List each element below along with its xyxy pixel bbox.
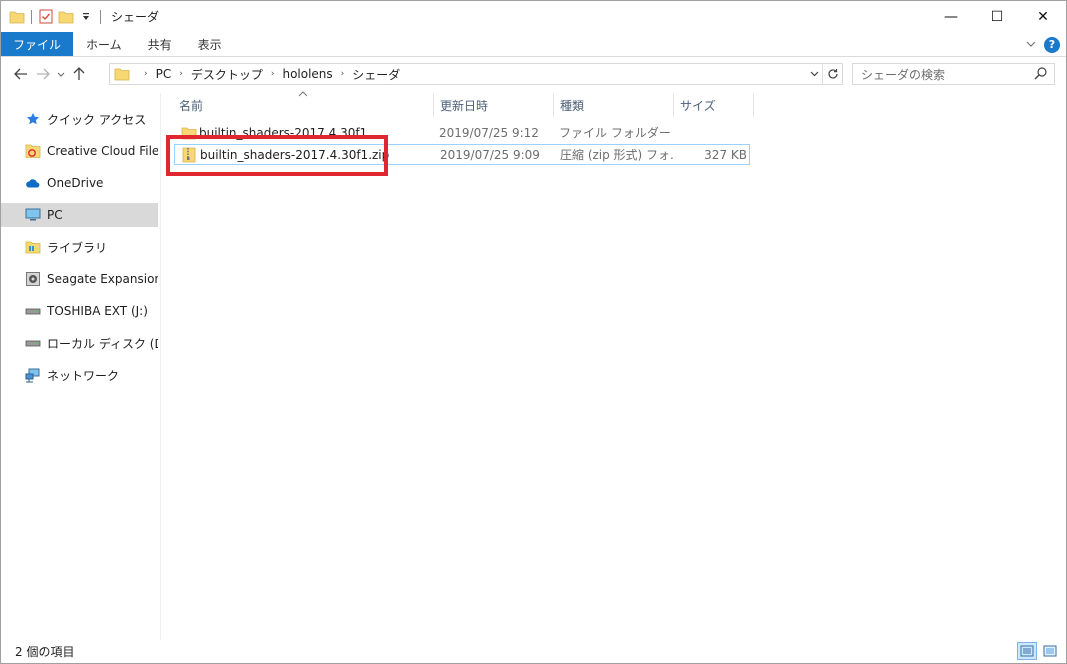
file-size: 327 KB bbox=[704, 147, 747, 162]
refresh-button[interactable] bbox=[822, 64, 842, 84]
forward-button[interactable] bbox=[32, 63, 54, 85]
close-button[interactable]: ✕ bbox=[1020, 1, 1066, 32]
computer-icon bbox=[25, 207, 41, 223]
breadcrumb-chevron-icon[interactable]: › bbox=[144, 69, 148, 79]
breadcrumb-desktop[interactable]: デスクトップ bbox=[191, 66, 263, 83]
nav-item-label: Creative Cloud Files bbox=[47, 144, 158, 158]
toolbar-divider bbox=[100, 9, 101, 24]
search-icon[interactable] bbox=[1034, 66, 1048, 83]
toolbar-divider bbox=[31, 9, 32, 24]
highlight-annotation bbox=[166, 135, 388, 176]
drive-icon bbox=[25, 271, 41, 287]
nav-item-libraries[interactable]: ライブラリ bbox=[1, 235, 158, 259]
tab-share[interactable]: 共有 bbox=[135, 32, 185, 56]
creative-cloud-folder-icon bbox=[25, 143, 41, 159]
nav-item-network[interactable]: ネットワーク bbox=[1, 363, 158, 387]
drive-icon bbox=[25, 335, 41, 351]
nav-item-creative-cloud[interactable]: Creative Cloud Files bbox=[1, 139, 158, 163]
file-modified: 2019/07/25 9:09 bbox=[440, 147, 540, 162]
nav-item-label: ネットワーク bbox=[47, 368, 120, 383]
folder-icon bbox=[114, 67, 130, 81]
window-controls: — ☐ ✕ bbox=[928, 1, 1066, 32]
explorer-window: シェーダ — ☐ ✕ ファイル ホーム 共有 表示 ? › PC › デスクトッ… bbox=[0, 0, 1067, 664]
tab-file[interactable]: ファイル bbox=[1, 32, 74, 56]
search-box[interactable]: シェーダの検索 bbox=[852, 63, 1055, 85]
quick-access-toolbar bbox=[1, 1, 107, 32]
breadcrumb-shader[interactable]: シェーダ bbox=[352, 66, 400, 83]
network-icon bbox=[25, 367, 41, 383]
tab-view[interactable]: 表示 bbox=[185, 32, 235, 56]
up-button[interactable] bbox=[68, 63, 90, 85]
expand-ribbon-icon[interactable] bbox=[1026, 38, 1036, 51]
search-placeholder: シェーダの検索 bbox=[861, 67, 946, 82]
file-size bbox=[679, 123, 746, 142]
status-bar: 2 個の項目 bbox=[1, 639, 1066, 663]
maximize-button[interactable]: ☐ bbox=[974, 1, 1020, 32]
new-folder-icon[interactable] bbox=[58, 9, 74, 25]
nav-item-label: TOSHIBA EXT (J:) bbox=[47, 304, 148, 318]
nav-item-onedrive[interactable]: OneDrive bbox=[1, 171, 158, 195]
file-type: 圧縮 (zip 形式) フォ... bbox=[560, 148, 675, 162]
star-icon bbox=[25, 111, 41, 127]
breadcrumb-chevron-icon[interactable]: › bbox=[271, 69, 275, 79]
ribbon-tabs: ファイル ホーム 共有 表示 ? bbox=[1, 32, 1066, 57]
nav-item-label: ローカル ディスク (D:) bbox=[47, 336, 158, 351]
breadcrumb-pc[interactable]: PC bbox=[156, 67, 172, 81]
nav-item-label: クイック アクセス bbox=[47, 112, 147, 127]
customize-toolbar-dropdown-icon[interactable] bbox=[78, 9, 94, 25]
navigation-pane: クイック アクセス Creative Cloud Files OneDrive … bbox=[1, 93, 161, 640]
column-header-size[interactable]: サイズ bbox=[674, 93, 754, 117]
nav-item-label: Seagate Expansion Dr bbox=[47, 272, 158, 286]
breadcrumb-chevron-icon[interactable]: › bbox=[341, 69, 345, 79]
details-view-icon[interactable] bbox=[1017, 642, 1037, 660]
navigation-bar: › PC › デスクトップ › hololens › シェーダ シェーダの検索 bbox=[1, 58, 1066, 91]
folder-icon bbox=[9, 9, 25, 25]
item-count: 2 個の項目 bbox=[15, 644, 75, 659]
library-icon bbox=[25, 239, 41, 255]
column-header-name[interactable]: 名前 bbox=[173, 93, 434, 117]
view-switcher bbox=[1017, 642, 1060, 660]
nav-item-local-disk-d[interactable]: ローカル ディスク (D:) bbox=[1, 331, 158, 355]
address-dropdown-icon[interactable] bbox=[807, 64, 821, 84]
breadcrumb-hololens[interactable]: hololens bbox=[282, 67, 332, 81]
properties-icon[interactable] bbox=[38, 9, 54, 25]
title-bar: シェーダ — ☐ ✕ bbox=[1, 1, 1066, 32]
cloud-icon bbox=[25, 175, 41, 191]
minimize-button[interactable]: — bbox=[928, 1, 974, 32]
breadcrumb-chevron-icon[interactable]: › bbox=[179, 69, 183, 79]
nav-item-label: ライブラリ bbox=[47, 240, 108, 255]
nav-item-toshiba[interactable]: TOSHIBA EXT (J:) bbox=[1, 299, 158, 323]
help-icon[interactable]: ? bbox=[1044, 36, 1060, 53]
file-type: ファイル フォルダー bbox=[559, 126, 671, 140]
nav-item-label: OneDrive bbox=[47, 176, 104, 190]
nav-item-quick-access[interactable]: クイック アクセス bbox=[1, 107, 158, 131]
back-button[interactable] bbox=[10, 63, 32, 85]
drive-icon bbox=[25, 303, 41, 319]
nav-item-seagate[interactable]: Seagate Expansion Dr bbox=[1, 267, 158, 291]
large-icons-view-icon[interactable] bbox=[1040, 642, 1060, 660]
file-modified: 2019/07/25 9:12 bbox=[439, 125, 539, 140]
address-bar[interactable]: › PC › デスクトップ › hololens › シェーダ bbox=[109, 63, 843, 85]
tab-home[interactable]: ホーム bbox=[73, 32, 135, 56]
recent-locations-icon[interactable] bbox=[54, 63, 68, 85]
column-header-modified[interactable]: 更新日時 bbox=[434, 93, 554, 117]
ribbon-right-controls: ? bbox=[1026, 32, 1060, 57]
column-header-type[interactable]: 種類 bbox=[554, 93, 674, 117]
nav-item-label: PC bbox=[47, 208, 63, 222]
nav-item-pc[interactable]: PC bbox=[1, 203, 158, 227]
window-title: シェーダ bbox=[111, 10, 160, 24]
